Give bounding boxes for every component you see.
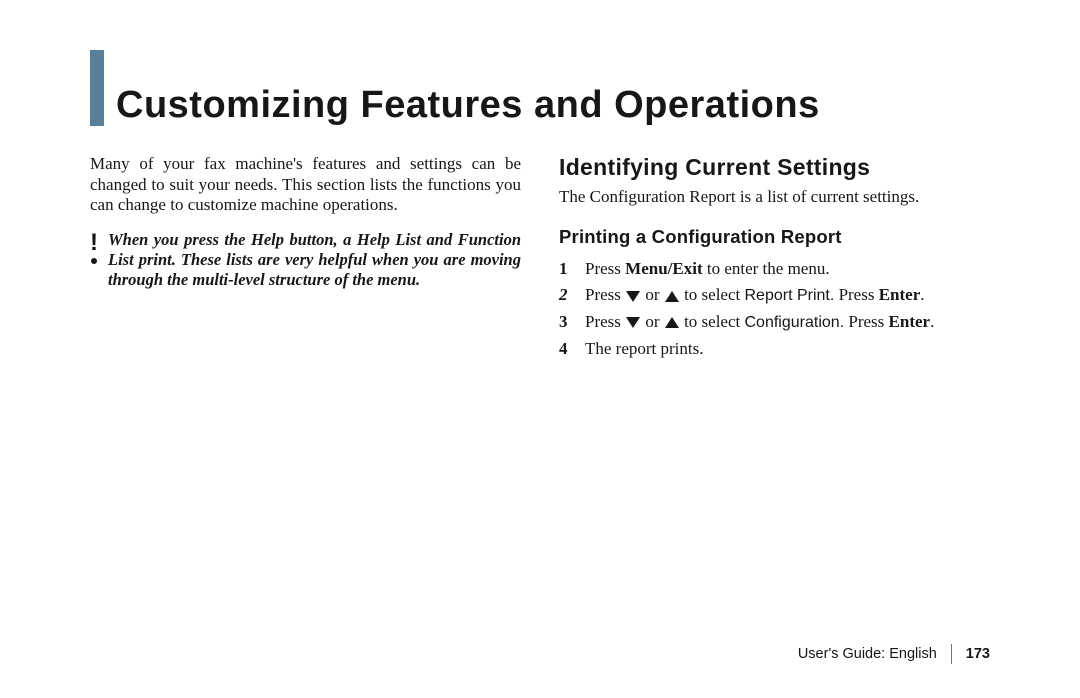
exclamation-icon: ! bbox=[90, 232, 98, 254]
step-text: or bbox=[641, 285, 664, 304]
step-text: or bbox=[641, 312, 664, 331]
steps-list: 1 Press Menu/Exit to enter the menu. 2 P… bbox=[559, 256, 990, 362]
step-bold: Enter bbox=[879, 285, 921, 304]
step-text: Press bbox=[585, 259, 625, 278]
intro-paragraph: Many of your fax machine's features and … bbox=[90, 154, 521, 216]
note-text: When you press the Help button, a Help L… bbox=[108, 230, 521, 290]
step-number: 3 bbox=[559, 309, 573, 336]
step-sans: Configuration. bbox=[745, 314, 845, 331]
step-number: 2 bbox=[559, 282, 573, 309]
subsection-heading: Printing a Configuration Report bbox=[559, 226, 990, 248]
left-column: Many of your fax machine's features and … bbox=[90, 154, 521, 362]
triangle-up-icon bbox=[665, 291, 679, 302]
step-text: to select bbox=[680, 312, 745, 331]
triangle-down-icon bbox=[626, 291, 640, 302]
title-accent-bar bbox=[90, 50, 104, 126]
step-text: Press bbox=[834, 285, 878, 304]
right-column: Identifying Current Settings The Configu… bbox=[559, 154, 990, 362]
step-body: Press Menu/Exit to enter the menu. bbox=[585, 256, 990, 282]
footer-divider bbox=[951, 644, 952, 664]
step-text: Press bbox=[585, 312, 625, 331]
step-sans: Report Print. bbox=[745, 287, 835, 304]
step-text: to enter the menu. bbox=[703, 259, 830, 278]
triangle-up-icon bbox=[665, 317, 679, 328]
section-heading: Identifying Current Settings bbox=[559, 154, 990, 181]
step-number: 1 bbox=[559, 256, 573, 282]
page-footer: User's Guide: English 173 bbox=[798, 644, 990, 664]
step-bold: Menu/Exit bbox=[625, 259, 702, 278]
attention-icon: ! bbox=[90, 230, 98, 264]
step-body: The report prints. bbox=[585, 336, 990, 362]
step-bold: Enter bbox=[889, 312, 931, 331]
footer-page-number: 173 bbox=[966, 646, 990, 662]
section-intro: The Configuration Report is a list of cu… bbox=[559, 187, 990, 208]
footer-guide: User's Guide: English bbox=[798, 646, 937, 662]
step-4: 4 The report prints. bbox=[559, 336, 990, 362]
step-text: to select bbox=[680, 285, 745, 304]
step-text: Press bbox=[844, 312, 888, 331]
step-body: Press or to select Configuration. Press … bbox=[585, 309, 990, 336]
step-2: 2 Press or to select Report Print. Press… bbox=[559, 282, 990, 309]
dot-icon bbox=[91, 258, 97, 264]
chapter-title-row: Customizing Features and Operations bbox=[90, 50, 990, 126]
step-3: 3 Press or to select Configuration. Pres… bbox=[559, 309, 990, 336]
step-number: 4 bbox=[559, 336, 573, 362]
chapter-title: Customizing Features and Operations bbox=[116, 86, 820, 126]
step-1: 1 Press Menu/Exit to enter the menu. bbox=[559, 256, 990, 282]
step-text: Press bbox=[585, 285, 625, 304]
triangle-down-icon bbox=[626, 317, 640, 328]
note-callout: ! When you press the Help button, a Help… bbox=[90, 230, 521, 290]
step-body: Press or to select Report Print. Press E… bbox=[585, 282, 990, 309]
